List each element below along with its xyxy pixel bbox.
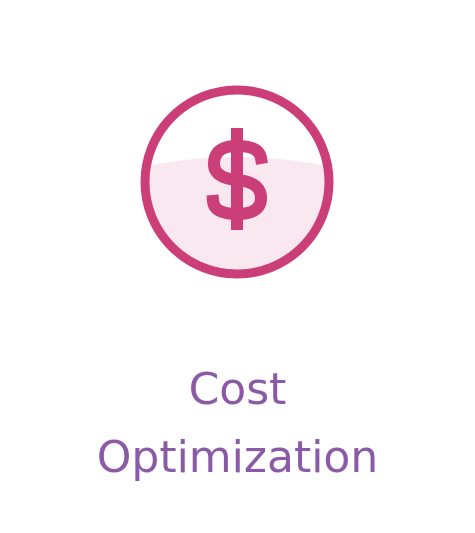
dollar-circle-icon xyxy=(137,84,337,280)
title-line-1: Cost xyxy=(188,364,287,415)
dollar-sign-glyph xyxy=(206,128,268,230)
title-line-2: Optimization xyxy=(96,432,379,483)
